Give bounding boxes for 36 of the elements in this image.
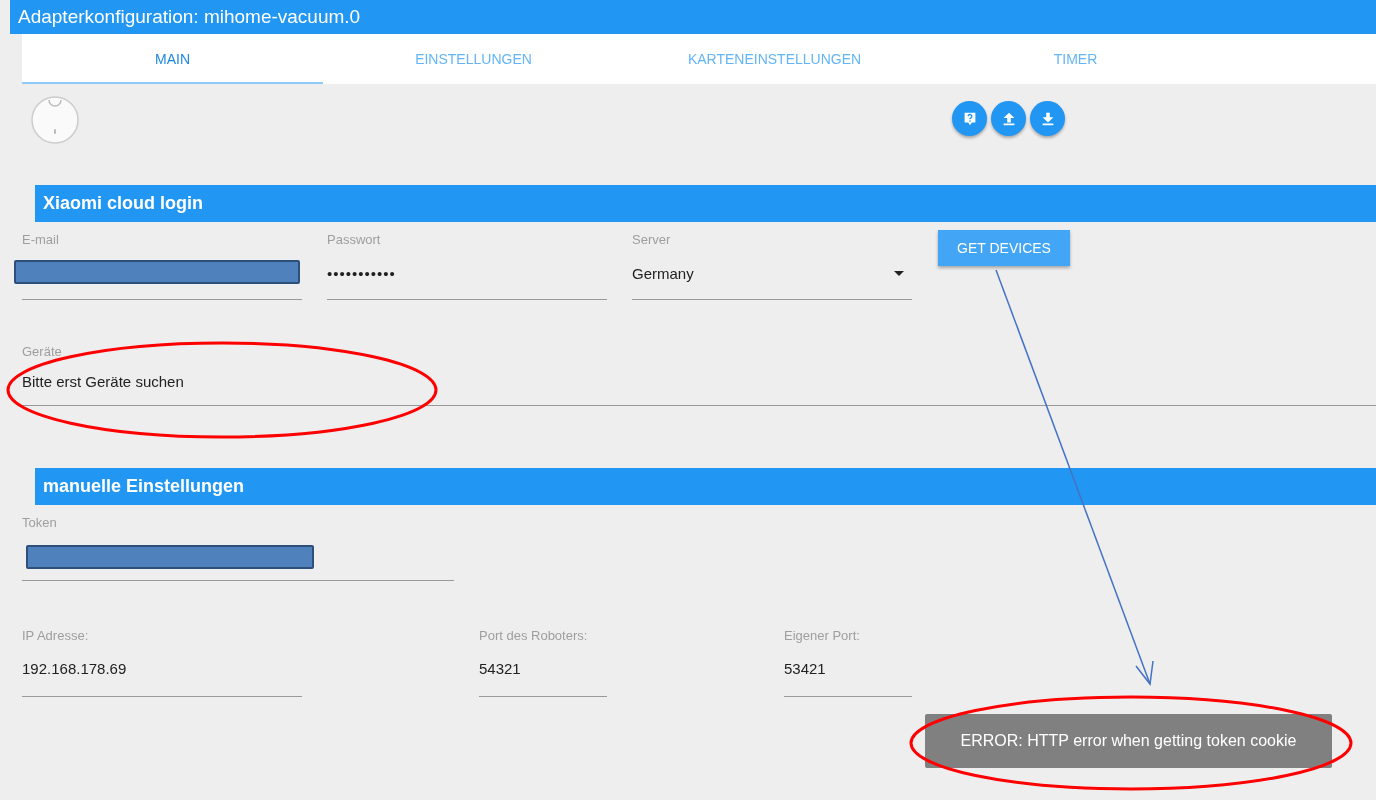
upload-button[interactable] bbox=[991, 101, 1026, 136]
field-label: E-mail bbox=[22, 232, 59, 247]
window-title: Adapterkonfiguration: mihome-vacuum.0 bbox=[10, 0, 1376, 34]
help-button[interactable] bbox=[952, 101, 987, 136]
caret-icon bbox=[894, 271, 904, 276]
field-label: Token bbox=[22, 515, 57, 530]
field-label: Port des Roboters: bbox=[479, 629, 589, 642]
tab[interactable]: TIMER bbox=[925, 34, 1226, 84]
input-field[interactable]: IP Adresse: 192.168.178.69 bbox=[22, 627, 302, 697]
section-header: Xiaomi cloud login bbox=[35, 185, 1376, 222]
input-field[interactable]: Server Germany bbox=[632, 230, 912, 300]
field-value: 192.168.178.69 bbox=[22, 659, 127, 677]
input-field[interactable]: Eigener Port: 53421 bbox=[784, 627, 912, 697]
field-label: Geräte bbox=[22, 344, 62, 359]
field-value: ••••••••••• bbox=[327, 264, 396, 282]
field-value: Bitte erst Geräte suchen bbox=[22, 372, 184, 390]
section-header: manuelle Einstellungen bbox=[35, 468, 1376, 505]
field-label: Server bbox=[632, 232, 671, 247]
robot-vacuum-icon bbox=[30, 95, 80, 145]
token-field[interactable]: Token bbox=[22, 513, 454, 581]
input-field[interactable]: E-mail bbox=[22, 230, 302, 300]
input-field[interactable]: Passwort ••••••••••• bbox=[327, 230, 607, 300]
field-value: 53421 bbox=[784, 659, 826, 677]
tab[interactable]: MAIN bbox=[22, 34, 323, 84]
download-button[interactable] bbox=[1030, 101, 1065, 136]
devices-field[interactable]: Geräte Bitte erst Geräte suchen bbox=[22, 342, 1376, 406]
tab[interactable]: KARTENEINSTELLUNGEN bbox=[624, 34, 925, 84]
field-label: IP Adresse: bbox=[22, 629, 90, 642]
field-value: 54321 bbox=[479, 659, 521, 677]
field-label: Eigener Port: bbox=[784, 629, 861, 642]
input-field[interactable]: Port des Roboters: 54321 bbox=[479, 627, 607, 697]
get-devices-button[interactable]: GET DEVICES bbox=[938, 230, 1070, 266]
field-label: Passwort bbox=[327, 232, 381, 247]
tab[interactable]: EINSTELLUNGEN bbox=[323, 34, 624, 84]
field-value: Germany bbox=[632, 264, 694, 282]
error-toast: ERROR: HTTP error when getting token cookie bbox=[925, 714, 1332, 768]
